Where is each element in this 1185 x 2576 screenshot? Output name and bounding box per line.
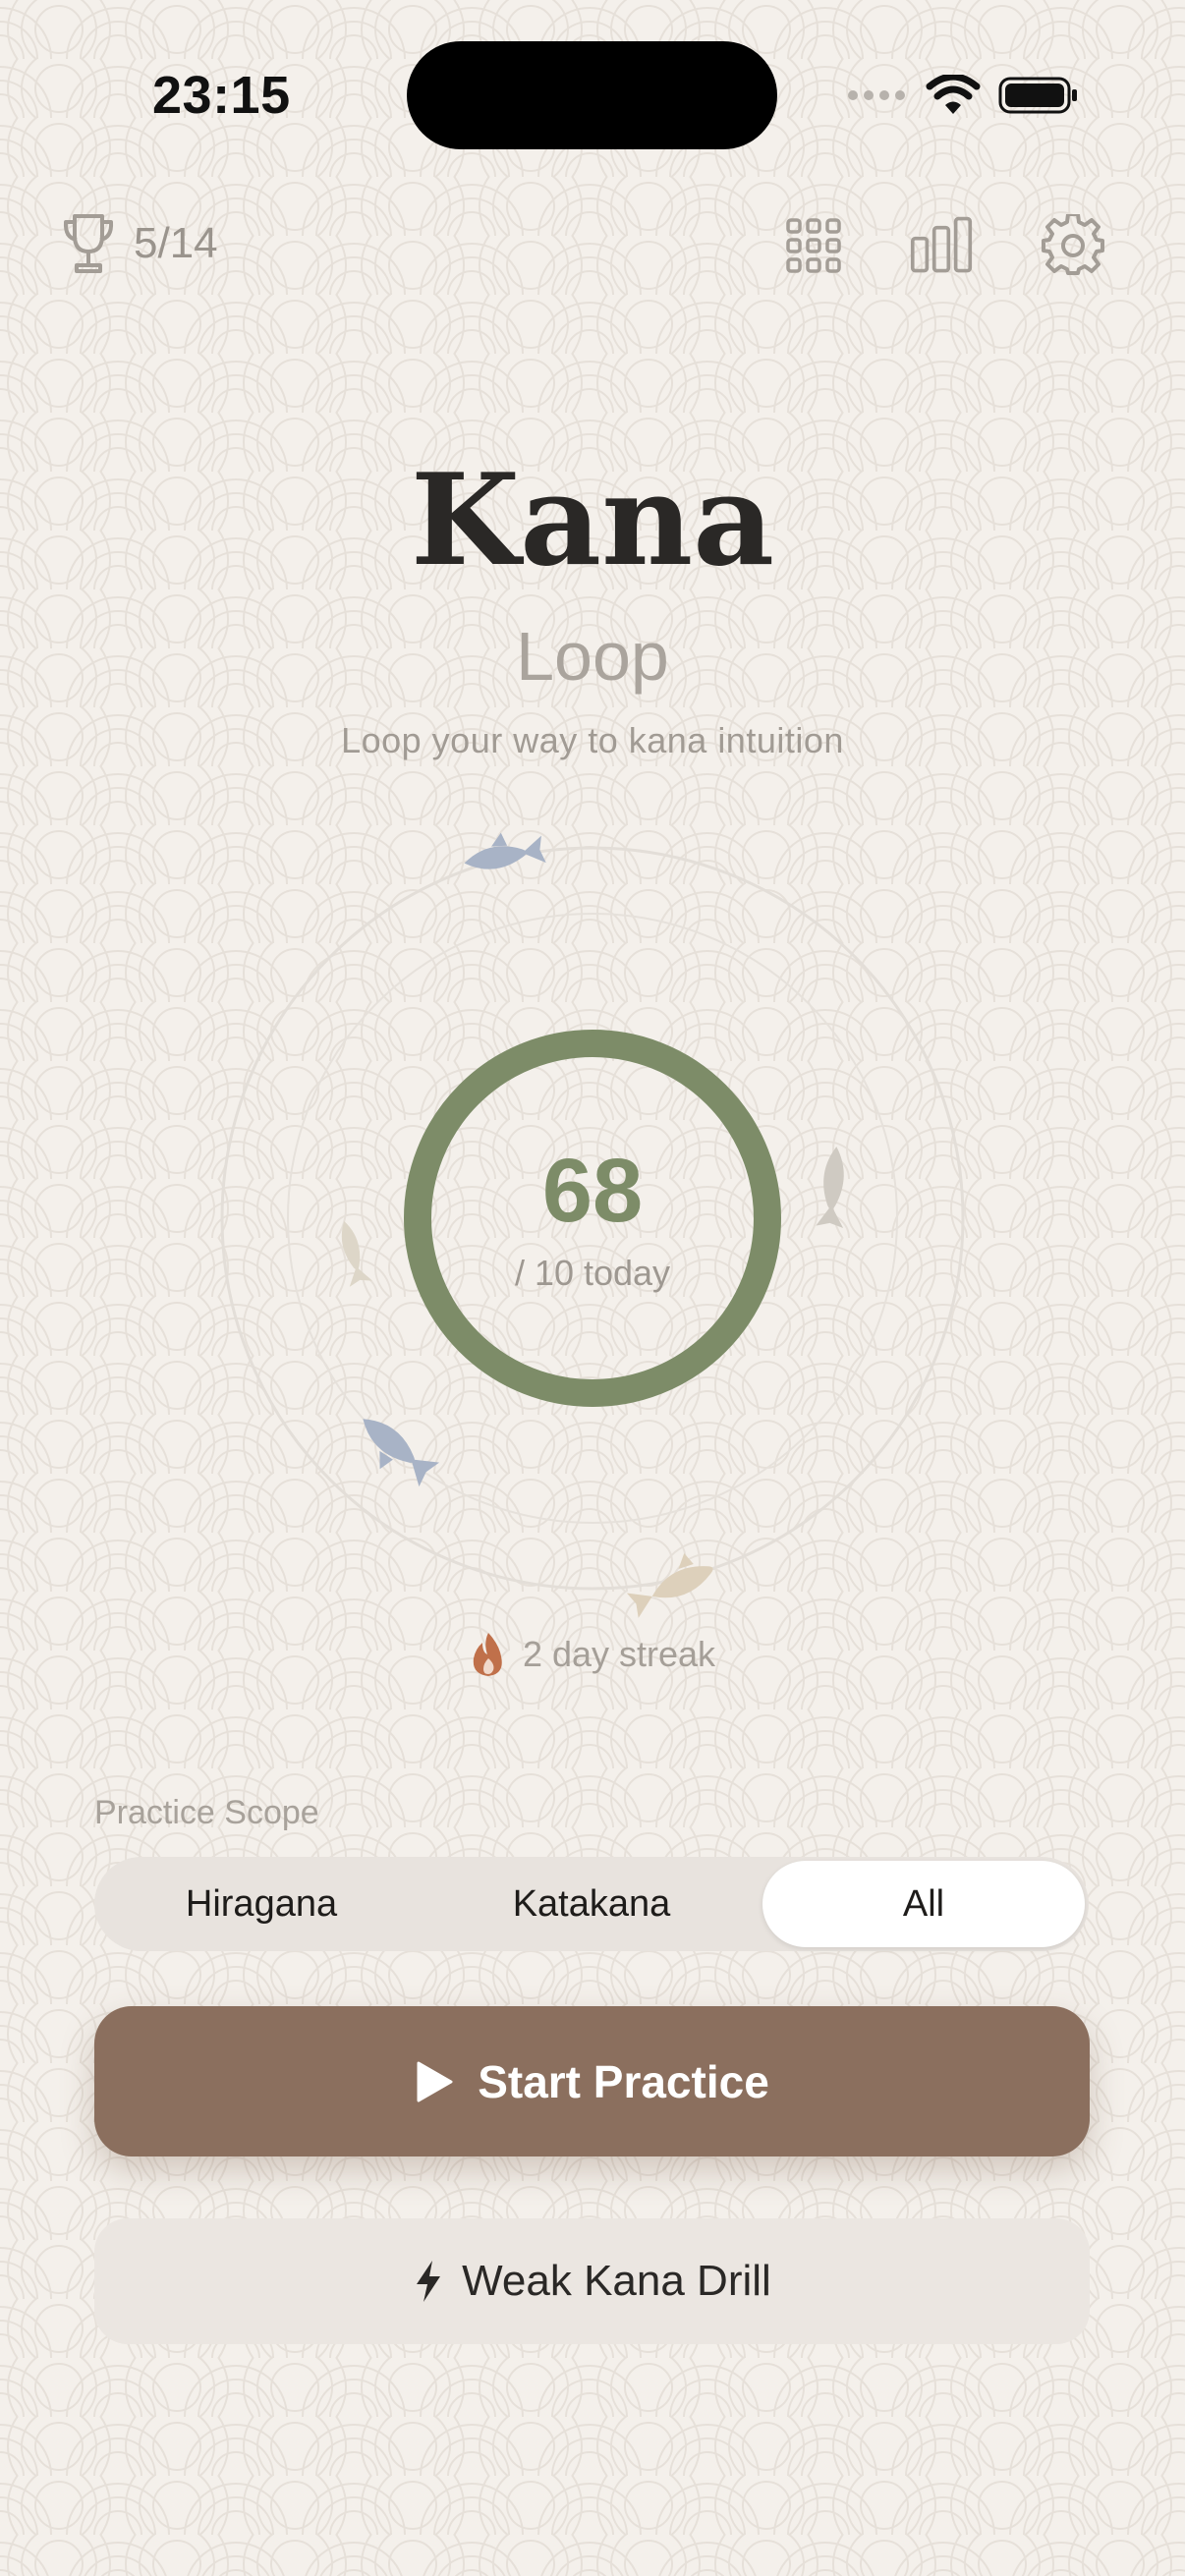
status-time: 23:15 — [152, 66, 291, 125]
weak-kana-drill-button[interactable]: Weak Kana Drill — [94, 2218, 1090, 2344]
status-icons — [847, 71, 1079, 120]
tagline: Loop your way to kana intuition — [341, 720, 844, 760]
streak-indicator: 2 day streak — [0, 1631, 1185, 1678]
wifi-icon — [926, 75, 981, 114]
grid-icon[interactable] — [782, 214, 845, 277]
start-practice-button[interactable]: Start Practice — [94, 2006, 1090, 2156]
progress-count: 68 — [541, 1141, 644, 1241]
scope-segmented-control: Hiragana Katakana All — [94, 1857, 1089, 1951]
app-subtitle: Loop — [516, 618, 669, 695]
bar-chart-icon[interactable] — [910, 214, 973, 277]
app-title: Kana — [410, 447, 775, 594]
scope-option-all[interactable]: All — [762, 1861, 1085, 1947]
dynamic-island — [407, 41, 777, 149]
achievements-count: 5/14 — [134, 219, 218, 267]
flame-icon — [473, 1633, 502, 1676]
scope-option-katakana[interactable]: Katakana — [430, 1861, 753, 1947]
scope-label: Practice Scope — [94, 1794, 319, 1831]
achievements-button[interactable]: 5/14 — [61, 212, 218, 275]
play-icon — [417, 2061, 453, 2101]
progress-goal: / 10 today — [514, 1253, 671, 1293]
battery-full-icon — [998, 77, 1077, 114]
bolt-icon — [417, 2261, 441, 2302]
scope-option-hiragana[interactable]: Hiragana — [100, 1861, 423, 1947]
koi-fish-icon — [363, 1419, 440, 1487]
start-practice-label: Start Practice — [478, 2055, 769, 2107]
weak-kana-drill-label: Weak Kana Drill — [462, 2257, 771, 2305]
koi-fish-icon — [626, 1553, 713, 1618]
trophy-icon — [63, 214, 114, 273]
gear-icon[interactable] — [1042, 214, 1104, 277]
signal-dots-icon — [848, 90, 905, 100]
streak-text: 2 day streak — [522, 1634, 716, 1674]
